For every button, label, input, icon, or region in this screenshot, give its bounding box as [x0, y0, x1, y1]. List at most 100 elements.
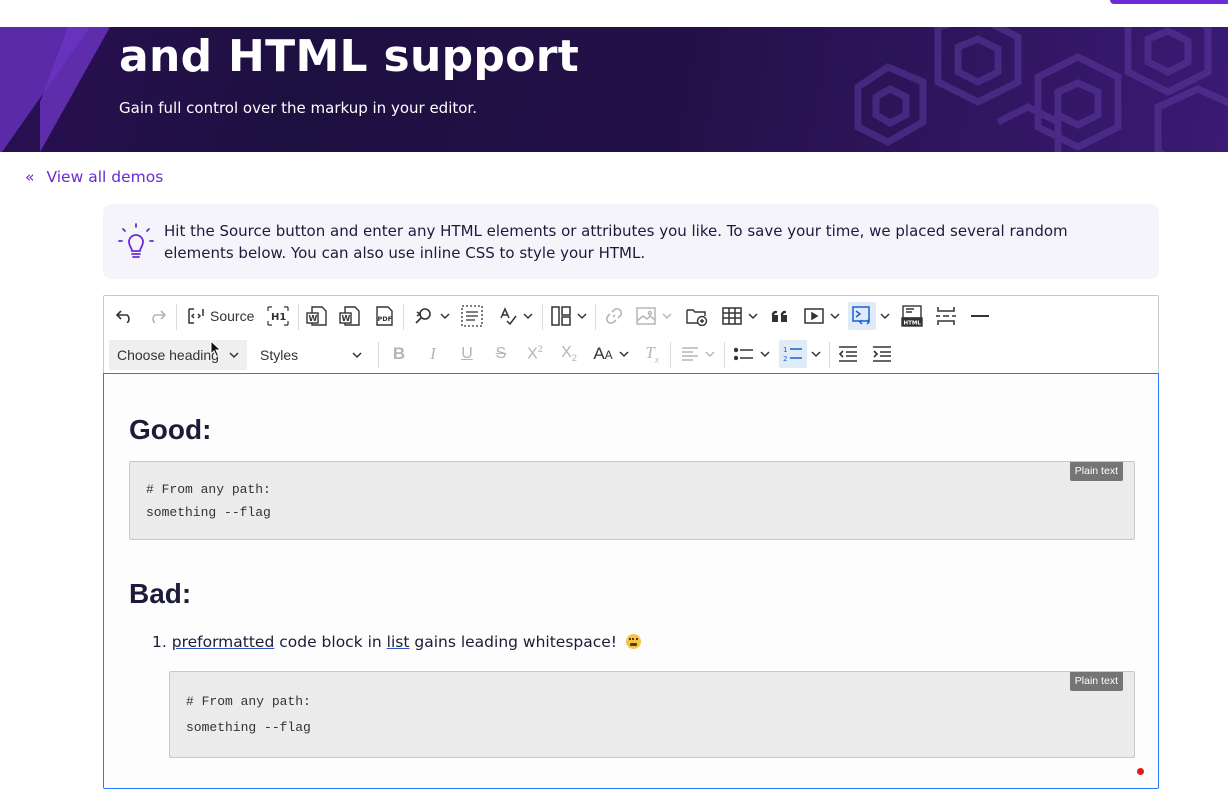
- chevron-down-icon: [440, 313, 450, 320]
- list-text: code block in: [274, 633, 387, 651]
- align-left-icon: [682, 347, 698, 361]
- lightbulb-icon: [118, 223, 154, 258]
- spell-check-icon: [500, 307, 517, 325]
- file-manager-button[interactable]: [685, 302, 709, 330]
- heading-good: Good:: [129, 414, 212, 445]
- toolbar-separator: [595, 304, 596, 330]
- html-embed-icon: HTML: [901, 305, 923, 327]
- list-text: gains leading whitespace!: [409, 633, 622, 651]
- back-link-label: View all demos: [46, 168, 164, 186]
- redo-button[interactable]: [146, 302, 168, 330]
- export-word-icon: W: [339, 306, 360, 326]
- chevron-down-icon: [830, 313, 840, 320]
- find-replace-dropdown[interactable]: [412, 302, 452, 330]
- spellcheck-dropdown[interactable]: [496, 302, 536, 330]
- mouse-cursor-icon: [210, 340, 222, 358]
- find-replace-icon: [415, 308, 431, 324]
- heading-dropdown-value: Choose heading: [117, 347, 219, 363]
- quote-icon: [771, 310, 787, 322]
- page-title: and HTML support: [119, 31, 580, 82]
- toolbar-separator: [542, 304, 543, 330]
- svg-text:HTML: HTML: [904, 321, 922, 327]
- page-break-button[interactable]: [934, 302, 958, 330]
- alignment-dropdown[interactable]: [678, 340, 718, 368]
- select-all-button[interactable]: [460, 302, 484, 330]
- code-block-language-dropdown[interactable]: [878, 302, 892, 330]
- layout-columns-icon: [551, 306, 571, 326]
- heading-block-icon: H1: [267, 306, 289, 326]
- code-line: # From any path:: [146, 482, 271, 497]
- redo-icon: [152, 310, 166, 323]
- indent-button[interactable]: [870, 340, 894, 368]
- bold-icon: B: [392, 344, 406, 363]
- html-embed-button[interactable]: HTML: [900, 302, 924, 330]
- code-language-label: Plain text: [1069, 462, 1123, 481]
- numbered-list-options-dropdown[interactable]: [809, 340, 823, 368]
- show-blocks-button[interactable]: H1: [266, 302, 290, 330]
- block-quote-button[interactable]: [768, 302, 792, 330]
- view-all-demos-link[interactable]: « View all demos: [25, 168, 163, 186]
- double-chevron-left-icon: «: [25, 168, 35, 186]
- import-word-button[interactable]: W: [305, 302, 329, 330]
- code-block[interactable]: Plain text # From any path: something --…: [129, 461, 1135, 540]
- bold-button[interactable]: B: [387, 340, 411, 368]
- outdent-button[interactable]: [836, 340, 860, 368]
- page-break-icon: [936, 307, 956, 325]
- top-nav-bar: [0, 0, 1228, 27]
- info-callout: Hit the Source button and enter any HTML…: [103, 204, 1159, 279]
- page-subtitle: Gain full control over the markup in you…: [119, 99, 477, 117]
- bulleted-list-icon: [734, 347, 753, 361]
- editor-content-area[interactable]: Good: Plain text # From any path: someth…: [103, 373, 1159, 789]
- toolbar-row-1: Source H1 W W PDF HTML: [104, 298, 1158, 334]
- toolbar-separator: [403, 304, 404, 330]
- subscript-button[interactable]: X2: [557, 340, 581, 368]
- heading-bad: Bad:: [129, 578, 192, 609]
- toolbar-separator: [176, 304, 177, 330]
- superscript-icon: X2: [527, 344, 543, 363]
- chevron-down-icon: [352, 352, 362, 359]
- insert-media-dropdown[interactable]: [802, 302, 842, 330]
- toolbar-separator: [829, 342, 830, 368]
- code-line: # From any path:: [186, 694, 311, 709]
- source-button-label: Source: [210, 308, 255, 324]
- insert-table-dropdown[interactable]: [720, 302, 760, 330]
- hero-banner: and HTML support Gain full control over …: [0, 27, 1228, 152]
- heading-dropdown[interactable]: Choose heading: [109, 340, 247, 370]
- export-word-button[interactable]: W: [338, 302, 362, 330]
- font-size-dropdown[interactable]: AA: [591, 340, 631, 368]
- undo-button[interactable]: [114, 302, 136, 330]
- link-button[interactable]: [602, 302, 626, 330]
- chevron-down-icon: [760, 351, 770, 358]
- layout-dropdown[interactable]: [549, 302, 589, 330]
- cta-button-edge[interactable]: [1110, 0, 1228, 4]
- code-language-label: Plain text: [1069, 672, 1123, 691]
- chevron-down-icon: [811, 351, 821, 358]
- font-size-icon: AA: [593, 344, 613, 363]
- svg-text:W: W: [342, 314, 351, 323]
- horizontal-line-button[interactable]: [968, 302, 992, 330]
- indent-icon: [873, 346, 891, 362]
- grimacing-emoji-icon: [625, 634, 641, 649]
- toolbar-separator: [298, 304, 299, 330]
- pending-changes-indicator: [1137, 768, 1144, 775]
- remove-format-button[interactable]: Tx: [640, 340, 664, 368]
- bulleted-list-dropdown[interactable]: [732, 340, 772, 368]
- chevron-down-icon: [880, 313, 890, 320]
- export-pdf-button[interactable]: PDF: [372, 302, 396, 330]
- styles-dropdown[interactable]: Styles: [252, 340, 368, 370]
- svg-text:PDF: PDF: [378, 315, 393, 323]
- code-block[interactable]: Plain text # From any path: something --…: [169, 671, 1135, 758]
- code-line: something --flag: [186, 720, 311, 735]
- strikethrough-button[interactable]: S: [489, 340, 513, 368]
- image-icon: [636, 307, 656, 325]
- code-block-button[interactable]: [848, 302, 876, 330]
- numbered-list-icon: 12: [783, 346, 802, 363]
- underline-button[interactable]: U: [455, 340, 479, 368]
- list-marker: 1.: [152, 633, 167, 651]
- italic-button[interactable]: I: [421, 340, 445, 368]
- numbered-list-button[interactable]: 12: [779, 340, 807, 368]
- insert-image-dropdown[interactable]: [634, 302, 674, 330]
- chevron-down-icon: [577, 313, 587, 320]
- superscript-button[interactable]: X2: [523, 340, 547, 368]
- source-button[interactable]: Source: [186, 302, 256, 330]
